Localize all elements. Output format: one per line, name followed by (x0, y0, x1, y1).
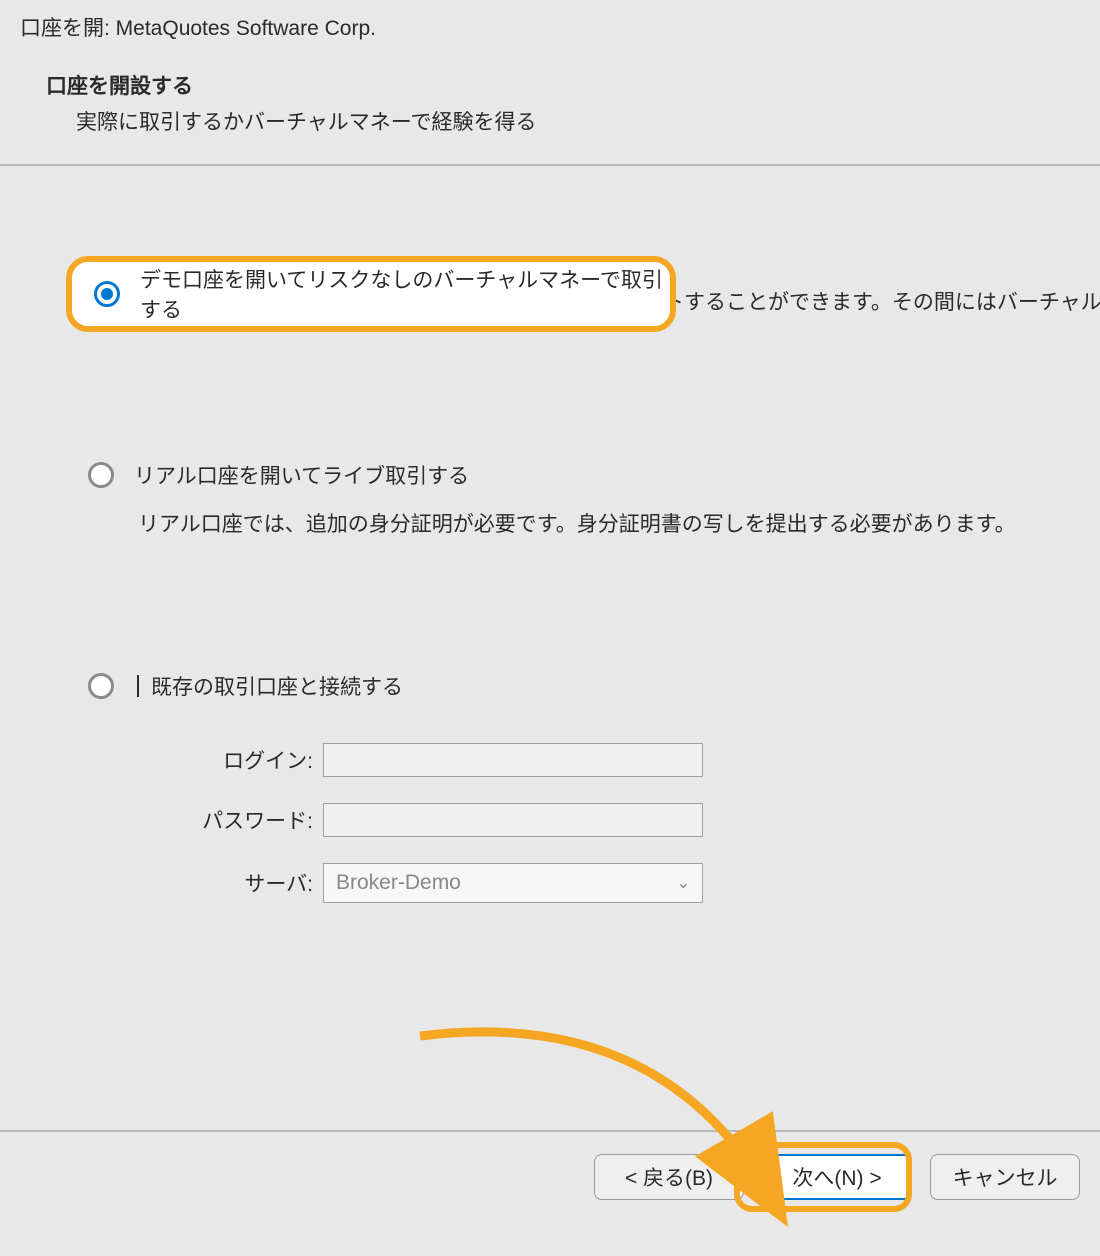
option-real-label: リアル口座を開いてライブ取引する (134, 460, 469, 490)
header-subtitle: 実際に取引するかバーチャルマネーで経験を得る (46, 106, 1080, 136)
existing-form: ログイン: パスワード: サーバ: Broker-Demo ⌄ (88, 719, 1100, 903)
option-existing-label: 既存の取引口座と接続する (151, 671, 403, 701)
option-real: リアル口座を開いてライブ取引する リアル口座では、追加の身分証明が必要です。身分… (0, 460, 1100, 542)
option-real-description: リアル口座では、追加の身分証明が必要です。身分証明書の写しを提出する必要がありま… (88, 508, 1100, 542)
option-demo-label: デモ口座を開いてリスクなしのバーチャルマネーで取引する (140, 264, 670, 324)
header-section: 口座を開設する 実際に取引するかバーチャルマネーで経験を得る (0, 52, 1100, 166)
header-title: 口座を開設する (46, 70, 1080, 100)
back-button[interactable]: < 戻る(B) (594, 1154, 744, 1200)
server-row: サーバ: Broker-Demo ⌄ (138, 863, 1100, 903)
option-demo: デモ口座を開いてリスクなしのバーチャルマネーで取引する デモ口座では、証券取引所… (0, 286, 1100, 320)
chevron-down-icon: ⌄ (677, 873, 690, 893)
radio-existing[interactable] (88, 673, 114, 699)
cancel-button[interactable]: キャンセル (930, 1154, 1080, 1200)
window-title: 口座を開: MetaQuotes Software Corp. (0, 0, 1100, 52)
annotation-arrow (380, 996, 900, 1256)
server-selected-value: Broker-Demo (336, 871, 461, 895)
option-real-row[interactable]: リアル口座を開いてライブ取引する (88, 460, 1100, 490)
server-select[interactable]: Broker-Demo ⌄ (323, 863, 703, 903)
login-row: ログイン: (138, 743, 1100, 777)
footer-buttons: < 戻る(B) 次へ(N) > キャンセル (0, 1130, 1100, 1200)
dialog-window: 口座を開: MetaQuotes Software Corp. 口座を開設する … (0, 0, 1100, 1200)
option-existing: 既存の取引口座と接続する ログイン: パスワード: サーバ: Broker-De… (0, 671, 1100, 903)
password-label: パスワード: (138, 805, 323, 835)
text-cursor (137, 675, 139, 697)
login-label: ログイン: (138, 745, 323, 775)
server-label: サーバ: (138, 868, 323, 898)
password-input[interactable] (323, 803, 703, 837)
content-area: デモ口座を開いてリスクなしのバーチャルマネーで取引する デモ口座では、証券取引所… (0, 166, 1100, 1130)
login-input[interactable] (323, 743, 703, 777)
highlight-demo-annotation: デモ口座を開いてリスクなしのバーチャルマネーで取引する (66, 256, 676, 332)
option-existing-row[interactable]: 既存の取引口座と接続する (88, 671, 1100, 701)
password-row: パスワード: (138, 803, 1100, 837)
radio-real[interactable] (88, 462, 114, 488)
next-button[interactable]: 次へ(N) > (762, 1154, 912, 1200)
radio-demo[interactable] (94, 281, 120, 307)
